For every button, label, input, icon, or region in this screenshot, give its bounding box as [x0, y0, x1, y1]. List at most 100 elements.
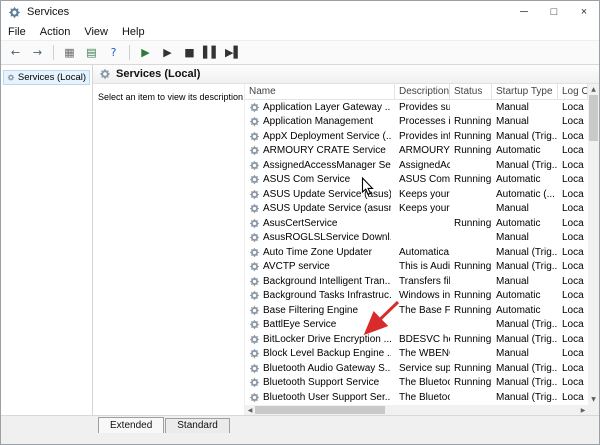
service-startup-type: Manual (Trig...: [496, 246, 558, 258]
table-row[interactable]: Background Intelligent Tran... Transfers…: [245, 274, 588, 289]
service-name: ASUS Update Service (asusm): [263, 203, 391, 215]
table-row[interactable]: Application Management Processes in... R…: [245, 115, 588, 130]
minimize-button[interactable]: ─: [509, 1, 539, 23]
service-status: Running: [454, 333, 492, 345]
service-startup-type: Manual (Trig...: [496, 319, 558, 331]
tab-standard[interactable]: Standard: [165, 418, 230, 433]
result-pane: Services (Local) Select an item to view …: [93, 65, 599, 415]
scroll-up-icon[interactable]: ▲: [588, 84, 599, 95]
service-status: Running: [454, 304, 492, 316]
service-startup-type: Manual: [496, 275, 529, 287]
service-name: AVCTP service: [263, 261, 330, 273]
service-log-on-as: Loca: [562, 101, 584, 113]
menu-view[interactable]: View: [77, 25, 115, 39]
service-startup-type: Manual (Trig...: [496, 391, 558, 403]
service-description: BDESVC hos...: [399, 333, 450, 345]
menu-file[interactable]: File: [1, 25, 33, 39]
horizontal-scroll-thumb[interactable]: [255, 406, 385, 414]
table-row[interactable]: Auto Time Zone Updater Automatica... Man…: [245, 245, 588, 260]
service-status: [450, 245, 492, 260]
table-row[interactable]: BattlEye Service Manual (Trig... Loca: [245, 318, 588, 333]
vertical-scroll-thumb[interactable]: [589, 95, 598, 141]
table-row[interactable]: Bluetooth Audio Gateway S... Service sup…: [245, 361, 588, 376]
service-gear-icon: [249, 290, 260, 301]
table-row[interactable]: ASUS Update Service (asusm) Keeps your .…: [245, 202, 588, 217]
column-header-startup-type[interactable]: Startup Type: [492, 84, 558, 99]
export-list-icon[interactable]: ▤: [81, 43, 102, 62]
tree-item-services-local[interactable]: Services (Local): [3, 70, 90, 85]
table-row[interactable]: Background Tasks Infrastruc... Windows i…: [245, 289, 588, 304]
service-gear-icon: [249, 160, 260, 171]
table-row[interactable]: Bluetooth Support Service The Bluetoo...…: [245, 376, 588, 391]
result-pane-header: Services (Local): [93, 65, 599, 84]
service-name: ASUS Com Service: [263, 174, 351, 186]
close-button[interactable]: ×: [569, 1, 599, 23]
service-name: Base Filtering Engine: [263, 304, 359, 316]
service-status: [450, 231, 492, 246]
service-name: Background Tasks Infrastruc...: [263, 290, 391, 302]
column-header-status[interactable]: Status: [450, 84, 492, 99]
service-status: [450, 158, 492, 173]
horizontal-scrollbar[interactable]: ◀ ▶: [245, 405, 588, 415]
service-name: ARMOURY CRATE Service: [263, 145, 386, 157]
maximize-button[interactable]: □: [539, 1, 569, 23]
service-log-on-as: Loca: [562, 159, 584, 171]
table-row[interactable]: ASUS Update Service (asus) Keeps your ..…: [245, 187, 588, 202]
service-startup-type: Manual (Trig...: [496, 159, 558, 171]
service-name: AssignedAccessManager Se...: [263, 159, 391, 171]
start-service-icon[interactable]: ▶: [135, 43, 156, 62]
restart-service-icon[interactable]: ▶▌: [223, 43, 244, 62]
table-row[interactable]: Base Filtering Engine The Base Fil... Ru…: [245, 303, 588, 318]
service-gear-icon: [249, 276, 260, 287]
table-row[interactable]: AssignedAccessManager Se... AssignedAc..…: [245, 158, 588, 173]
service-description: ASUS Com ...: [399, 174, 450, 186]
forward-icon[interactable]: →: [27, 43, 48, 62]
menu-action[interactable]: Action: [33, 25, 78, 39]
pause-service-icon[interactable]: ▌▌: [201, 43, 222, 62]
table-row[interactable]: BitLocker Drive Encryption ... BDESVC ho…: [245, 332, 588, 347]
service-description: Provides su...: [399, 101, 450, 113]
result-pane-title: Services (Local): [116, 68, 201, 80]
table-row[interactable]: AVCTP service This is Audi... Running Ma…: [245, 260, 588, 275]
table-row[interactable]: AppX Deployment Service (... Provides in…: [245, 129, 588, 144]
stop-service-icon[interactable]: ■: [179, 43, 200, 62]
scroll-down-icon[interactable]: ▼: [588, 394, 599, 405]
service-startup-type: Manual (Trig...: [496, 333, 558, 345]
status-bar: [1, 433, 599, 444]
service-startup-type: Manual: [496, 116, 529, 128]
service-name: Bluetooth User Support Ser...: [263, 391, 391, 403]
service-status: Running: [454, 130, 492, 142]
column-header-description[interactable]: Description: [395, 84, 450, 99]
help-icon[interactable]: ?: [103, 43, 124, 62]
back-icon[interactable]: ←: [5, 43, 26, 62]
service-log-on-as: Loca: [562, 391, 584, 403]
table-row[interactable]: Block Level Backup Engine ... The WBENG.…: [245, 347, 588, 362]
table-row[interactable]: Bluetooth User Support Ser... The Blueto…: [245, 390, 588, 405]
column-headers: Name Description Status Startup Type Log…: [245, 84, 599, 100]
services-list-body: Application Layer Gateway ... Provides s…: [245, 100, 599, 415]
table-row[interactable]: AsusROGLSLService Downl... Manual Loca: [245, 231, 588, 246]
menu-help[interactable]: Help: [115, 25, 152, 39]
table-row[interactable]: AsusCertService Running Automatic Loca: [245, 216, 588, 231]
scroll-left-icon[interactable]: ◀: [245, 405, 255, 415]
vertical-scrollbar[interactable]: ▲ ▼: [588, 84, 599, 405]
service-status: Running: [454, 217, 492, 229]
window-title: Services: [27, 6, 70, 18]
service-name: Block Level Backup Engine ...: [263, 348, 391, 360]
service-startup-type: Automatic: [496, 290, 541, 302]
service-name: Application Layer Gateway ...: [263, 101, 391, 113]
service-gear-icon: [249, 189, 260, 200]
column-header-log-on-as[interactable]: Log On As: [558, 84, 588, 99]
table-row[interactable]: ARMOURY CRATE Service ARMOURY ... Runnin…: [245, 144, 588, 159]
table-row[interactable]: ASUS Com Service ASUS Com ... Running Au…: [245, 173, 588, 188]
play-service-icon[interactable]: ▶: [157, 43, 178, 62]
service-description: Keeps your ...: [399, 203, 450, 215]
scroll-right-icon[interactable]: ▶: [578, 405, 588, 415]
tab-extended[interactable]: Extended: [98, 417, 165, 433]
table-row[interactable]: Application Layer Gateway ... Provides s…: [245, 100, 588, 115]
service-status: [450, 318, 492, 333]
show-console-tree-icon[interactable]: ▦: [59, 43, 80, 62]
menu-bar: File Action View Help: [1, 23, 599, 41]
service-icon: [99, 68, 111, 80]
column-header-name[interactable]: Name: [245, 84, 395, 99]
